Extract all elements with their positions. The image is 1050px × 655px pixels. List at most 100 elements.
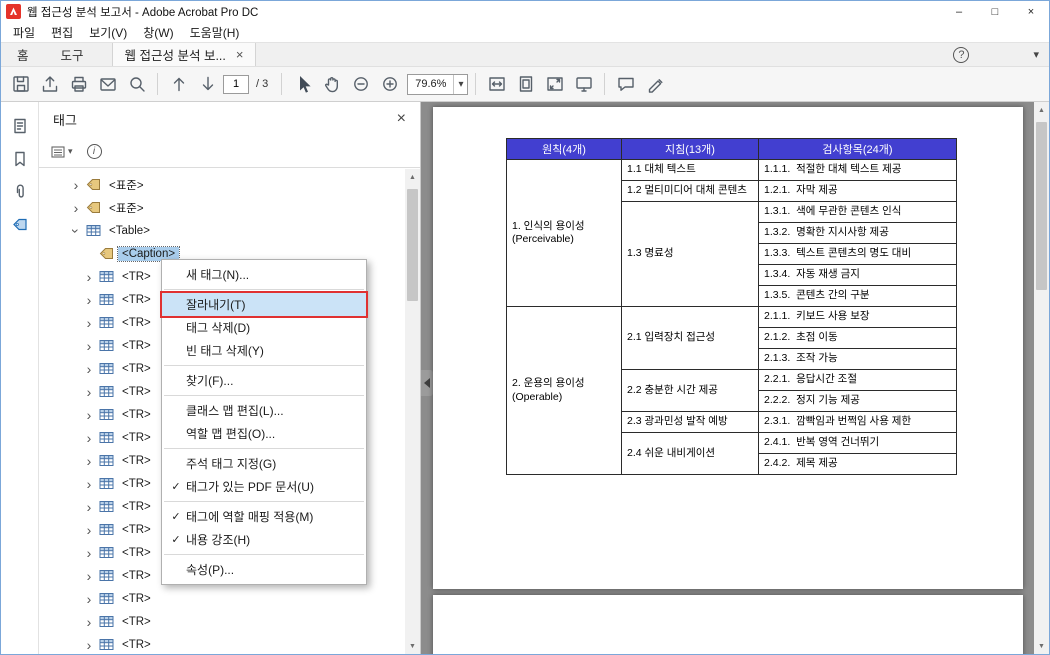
chevron-icon[interactable] (82, 523, 96, 537)
nav-bookmarks-button[interactable] (9, 149, 31, 169)
chevron-icon[interactable] (82, 569, 96, 583)
chevron-icon[interactable] (82, 316, 96, 330)
select-tool-button[interactable] (289, 70, 316, 98)
print-button[interactable] (65, 70, 92, 98)
chevron-icon[interactable] (82, 385, 96, 399)
chevron-icon[interactable] (69, 224, 83, 238)
scroll-down-icon[interactable]: ▼ (1034, 638, 1049, 654)
chevron-icon[interactable] (82, 454, 96, 468)
minimize-button[interactable]: – (941, 1, 977, 22)
chevron-icon[interactable] (82, 477, 96, 491)
tab-document[interactable]: 웹 접근성 분석 보... × (111, 43, 257, 66)
tree-item[interactable]: <TR> (39, 587, 405, 610)
chevron-icon[interactable] (82, 362, 96, 376)
nav-thumbnails-button[interactable] (9, 116, 31, 136)
close-button[interactable]: × (1013, 1, 1049, 22)
scroll-up-icon[interactable]: ▲ (405, 169, 420, 185)
chevron-down-icon[interactable]: ▾ (453, 74, 467, 94)
help-icon[interactable]: ? (953, 46, 970, 63)
chevron-icon[interactable] (82, 408, 96, 422)
zoom-out-button[interactable] (347, 70, 374, 98)
bookmark-icon (14, 151, 25, 167)
scroll-down-icon[interactable]: ▼ (405, 638, 420, 654)
chevron-icon[interactable] (82, 546, 96, 560)
context-menu-item[interactable]: 역할 맵 편집(O)... (162, 422, 366, 445)
context-menu-item-label: 역할 맵 편집(O)... (186, 427, 276, 441)
save-button[interactable] (7, 70, 34, 98)
menubar-item[interactable]: 도움말(H) (182, 24, 248, 41)
context-menu-item[interactable]: 태그에 역할 매핑 적용(M) (162, 505, 366, 528)
context-menu-item[interactable]: 속성(P)... (162, 558, 366, 581)
chevron-icon[interactable] (69, 178, 83, 192)
info-icon[interactable]: i (86, 144, 102, 159)
document-scrollbar[interactable]: ▲ ▼ (1034, 102, 1049, 654)
chevron-icon[interactable] (82, 293, 96, 307)
tab-close-icon[interactable]: × (236, 47, 244, 62)
context-menu-item[interactable]: 새 태그(N)... (162, 263, 366, 286)
tree-item[interactable]: <표준> (39, 173, 405, 196)
chevron-icon[interactable] (82, 500, 96, 514)
context-menu-item[interactable] (164, 554, 364, 555)
context-menu-item[interactable] (164, 365, 364, 366)
tag-options-button[interactable]: ▾ (51, 145, 73, 159)
chevron-icon[interactable] (82, 431, 96, 445)
search-button[interactable] (123, 70, 150, 98)
toolbar-overflow-icon[interactable]: ▾ (1033, 48, 1039, 61)
chevron-icon[interactable] (82, 339, 96, 353)
context-menu-item[interactable]: 주석 태그 지정(G) (162, 452, 366, 475)
fit-page-button[interactable] (512, 70, 539, 98)
context-menu-item[interactable]: 태그가 있는 PDF 문서(U) (162, 475, 366, 498)
comment-button[interactable] (612, 70, 639, 98)
chevron-icon[interactable] (69, 201, 83, 215)
context-menu-item[interactable]: 태그 삭제(D) (162, 316, 366, 339)
context-menu-item[interactable] (164, 501, 364, 502)
tab-tools[interactable]: 도구 (45, 43, 100, 66)
menubar-item[interactable]: 창(W) (135, 24, 181, 41)
tree-item[interactable]: <Table> (39, 219, 405, 242)
page-number-input[interactable] (223, 74, 249, 94)
fit-width-button[interactable] (483, 70, 510, 98)
menubar-item[interactable]: 보기(V) (81, 24, 135, 41)
scrollbar-thumb[interactable] (407, 189, 418, 301)
context-menu-item[interactable] (164, 395, 364, 396)
chevron-icon[interactable] (82, 247, 96, 261)
share-button[interactable] (36, 70, 63, 98)
previous-page-button[interactable] (165, 70, 192, 98)
reading-mode-button[interactable] (570, 70, 597, 98)
menubar-item[interactable]: 편집 (43, 24, 81, 41)
acrobat-app-icon (6, 4, 21, 19)
tree-item-label: <TR> (122, 615, 151, 628)
chevron-icon[interactable] (82, 592, 96, 606)
nav-attachments-button[interactable] (9, 182, 31, 202)
nav-tags-button[interactable] (9, 215, 31, 235)
context-menu-item[interactable]: 찾기(F)... (162, 369, 366, 392)
hand-tool-button[interactable] (318, 70, 345, 98)
zoom-level-dropdown[interactable]: 79.6% ▾ (407, 73, 469, 95)
chevron-icon[interactable] (82, 270, 96, 284)
zoom-in-button[interactable] (376, 70, 403, 98)
context-menu-item[interactable]: 내용 강조(H) (162, 528, 366, 551)
tree-item[interactable]: <표준> (39, 196, 405, 219)
chevron-icon[interactable] (82, 638, 96, 652)
next-page-button[interactable] (194, 70, 221, 98)
menubar-item[interactable]: 파일 (5, 24, 43, 41)
email-button[interactable] (94, 70, 121, 98)
scrollbar-thumb[interactable] (1036, 122, 1047, 290)
table-cell: 2.4.1. 반복 영역 건너뛰기 (758, 432, 957, 454)
tree-item[interactable]: <TR> (39, 633, 405, 654)
panel-collapse-handle[interactable] (421, 370, 433, 396)
scroll-up-icon[interactable]: ▲ (1034, 102, 1049, 118)
tree-item[interactable]: <TR> (39, 610, 405, 633)
context-menu-item[interactable]: 클래스 맵 편집(L)... (162, 399, 366, 422)
context-menu-item[interactable] (164, 289, 364, 290)
fullscreen-button[interactable] (541, 70, 568, 98)
highlight-button[interactable] (641, 70, 668, 98)
maximize-button[interactable]: □ (977, 1, 1013, 22)
chevron-icon[interactable] (82, 615, 96, 629)
context-menu-item[interactable] (164, 448, 364, 449)
panel-close-icon[interactable]: × (397, 110, 406, 128)
tab-home[interactable]: 홈 (1, 43, 45, 66)
context-menu-item[interactable]: 잘라내기(T) (160, 291, 368, 318)
tags-scrollbar[interactable]: ▲ ▼ (405, 169, 420, 654)
context-menu-item[interactable]: 빈 태그 삭제(Y) (162, 339, 366, 362)
